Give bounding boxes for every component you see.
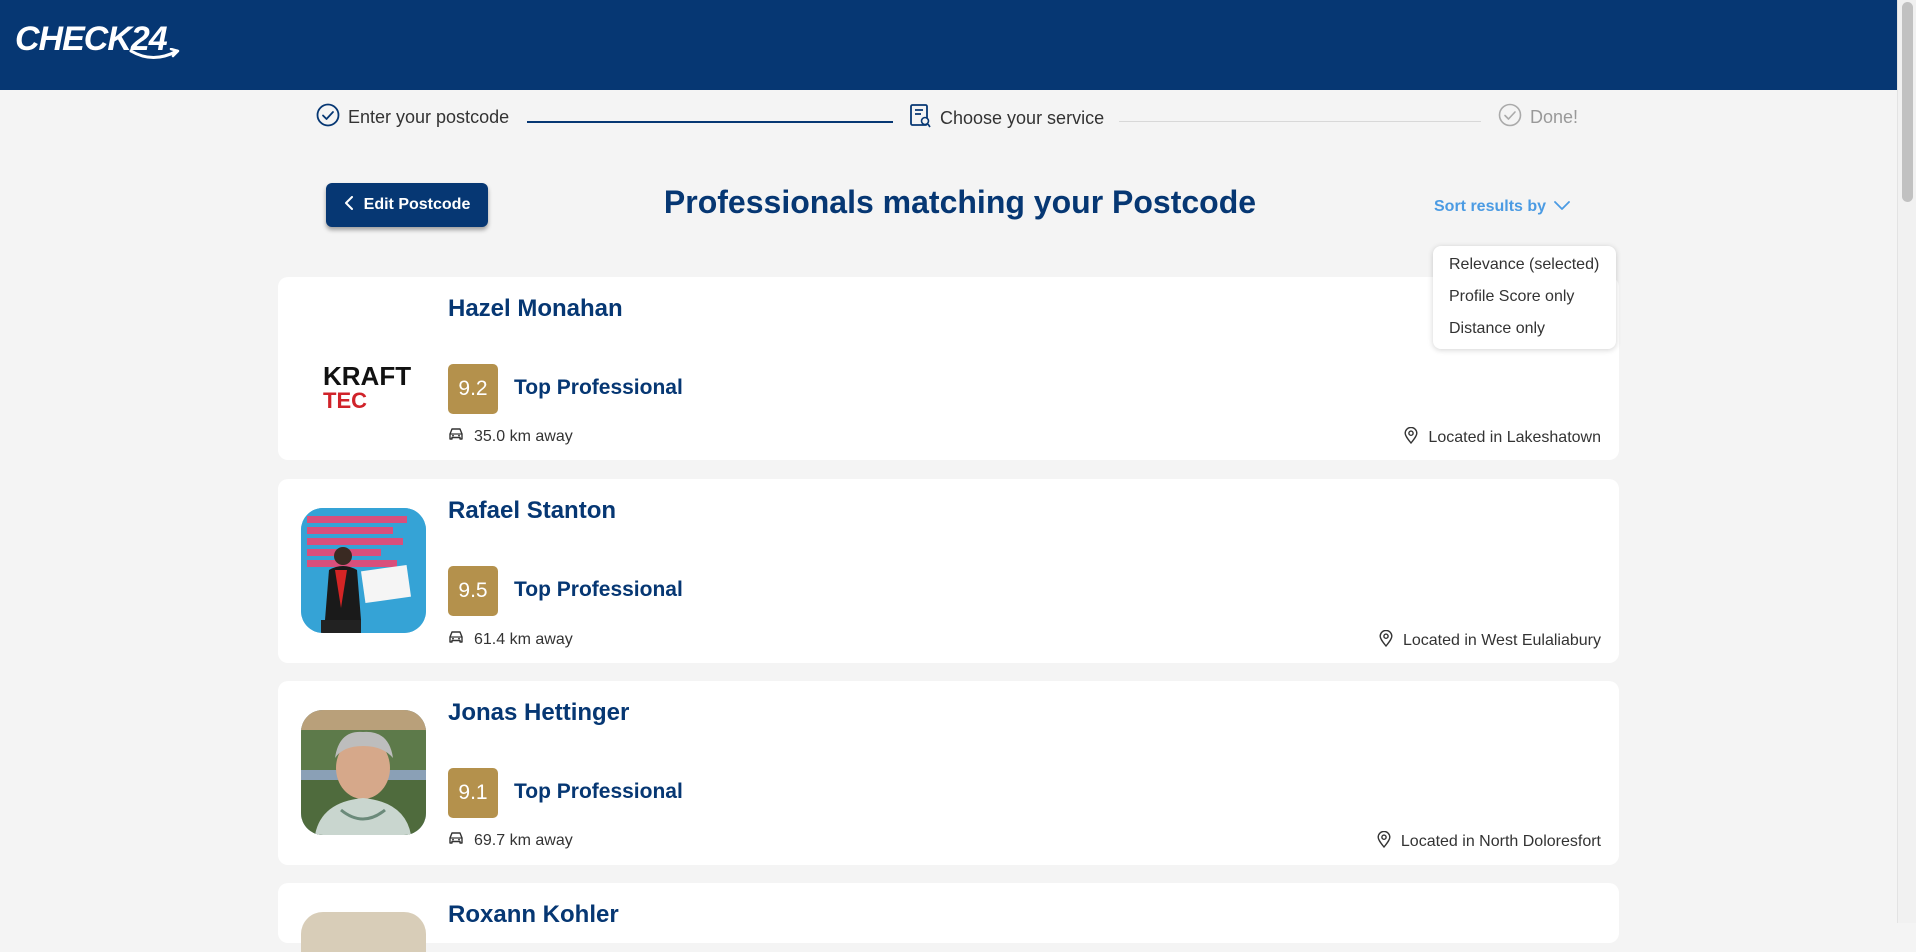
scrollbar-thumb[interactable] <box>1902 2 1913 202</box>
profile-score-badge: 9.1 <box>448 768 498 818</box>
progress-steps: Enter your postcode Choose your service … <box>314 103 1580 137</box>
professional-name[interactable]: Jonas Hettinger <box>448 699 629 727</box>
professional-tier: Top Professional <box>514 780 683 803</box>
check24-logo[interactable]: CHECK24 <box>15 18 180 64</box>
location-info: Located in Lakeshatown <box>1404 426 1601 449</box>
step-label: Choose your service <box>940 108 1105 128</box>
sort-results-dropdown[interactable]: Sort results by <box>1434 198 1570 216</box>
distance-info: 69.7 km away <box>448 831 573 850</box>
top-header: CHECK24 <box>0 0 1898 90</box>
distance-info: 35.0 km away <box>448 427 573 446</box>
distance-text: 61.4 km away <box>474 630 573 648</box>
profile-score-badge: 9.2 <box>448 364 498 414</box>
profile-photo <box>301 710 426 835</box>
professional-name[interactable]: Hazel Monahan <box>448 295 623 323</box>
tec-logo-text: TEC <box>323 388 367 413</box>
professional-name[interactable]: Roxann Kohler <box>448 901 619 929</box>
sort-options-menu: Relevance (selected) Profile Score only … <box>1433 246 1616 349</box>
service-document-icon <box>908 103 932 134</box>
map-pin-icon <box>1404 426 1418 449</box>
map-pin-icon <box>1377 830 1391 853</box>
step-label: Enter your postcode <box>348 107 510 127</box>
car-icon <box>448 630 464 649</box>
step-label: Done! <box>1530 107 1579 127</box>
check-circle-icon <box>316 103 340 132</box>
step-enter-postcode: Enter your postcode <box>316 103 509 132</box>
kraft-logo-text: KRAFT <box>323 361 411 391</box>
professional-tier: Top Professional <box>514 578 683 601</box>
location-info: Located in North Doloresfort <box>1377 830 1601 853</box>
profile-photo <box>301 912 426 952</box>
edit-postcode-button[interactable]: Edit Postcode <box>326 183 488 227</box>
profile-score-badge: 9.5 <box>448 566 498 616</box>
check-circle-icon <box>1498 103 1522 132</box>
professional-card[interactable]: KRAFT TEC Hazel Monahan 9.2 Top Professi… <box>278 277 1619 460</box>
location-text: Located in North Doloresfort <box>1400 833 1601 850</box>
professional-card[interactable]: Jonas Hettinger 9.1 Top Professional 69.… <box>278 681 1619 865</box>
chevron-down-icon <box>1554 198 1570 216</box>
edit-postcode-label: Edit Postcode <box>363 196 471 213</box>
distance-text: 69.7 km away <box>474 831 573 849</box>
company-logo-image: KRAFT TEC <box>301 306 426 431</box>
page-scrollbar[interactable] <box>1897 0 1916 923</box>
location-info: Located in West Eulaliabury <box>1379 629 1601 652</box>
chevron-left-icon <box>344 195 354 215</box>
sort-option-relevance[interactable]: Relevance (selected) <box>1449 256 1599 274</box>
location-text: Located in West Eulaliabury <box>1402 632 1601 649</box>
location-text: Located in Lakeshatown <box>1428 429 1601 446</box>
step-choose-service: Choose your service <box>908 103 1104 134</box>
profile-photo <box>301 508 426 633</box>
step-connector-pending <box>1119 121 1481 122</box>
sort-label: Sort results by <box>1434 198 1547 215</box>
distance-text: 35.0 km away <box>474 427 573 445</box>
distance-info: 61.4 km away <box>448 630 573 649</box>
professional-tier: Top Professional <box>514 376 683 399</box>
professional-name[interactable]: Rafael Stanton <box>448 497 616 525</box>
step-connector-done <box>527 121 893 123</box>
map-pin-icon <box>1379 629 1393 652</box>
car-icon <box>448 427 464 446</box>
step-done: Done! <box>1498 103 1578 132</box>
professional-card[interactable]: Roxann Kohler <box>278 883 1619 952</box>
page-title: Professionals matching your Postcode <box>663 184 1257 220</box>
car-icon <box>448 831 464 850</box>
professional-card[interactable]: Rafael Stanton 9.5 Top Professional 61.4… <box>278 479 1619 663</box>
sort-option-distance[interactable]: Distance only <box>1449 320 1545 338</box>
sort-option-profile-score[interactable]: Profile Score only <box>1449 288 1574 306</box>
logo-swoosh-icon <box>129 48 180 59</box>
